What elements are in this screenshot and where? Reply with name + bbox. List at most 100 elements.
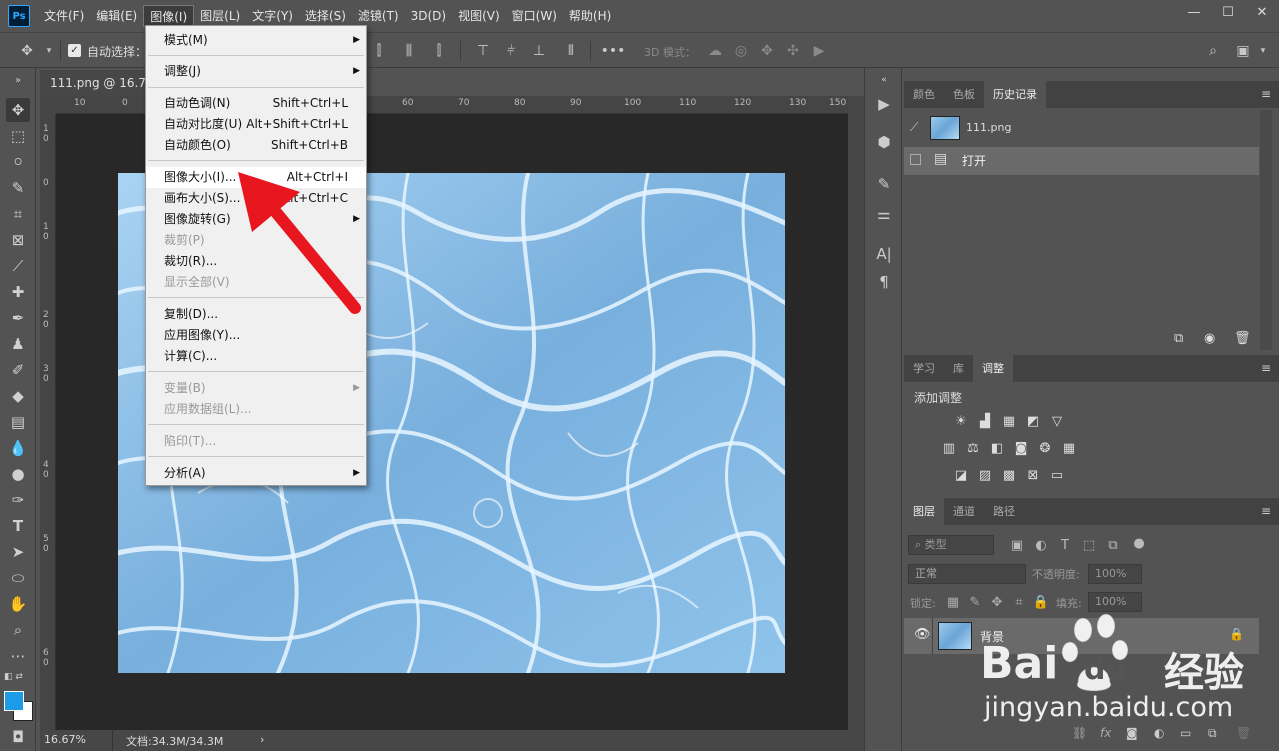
panel-menu-icon[interactable]: ≡	[1261, 87, 1271, 101]
tool-preset-chevron-icon[interactable]: ▾	[40, 42, 58, 60]
paragraph-panel-icon[interactable]: ¶	[874, 272, 894, 292]
photo-filter-icon[interactable]: ◙	[1012, 440, 1030, 456]
workspace-icon[interactable]: ▣	[1234, 42, 1252, 60]
move-tool-icon[interactable]: ✥	[18, 42, 36, 60]
3d-panel-icon[interactable]: ⬢	[874, 132, 894, 152]
tab-color[interactable]: 颜色	[904, 81, 944, 108]
blend-mode-select[interactable]: 正常	[908, 564, 1026, 584]
healing-brush-tool-icon[interactable]: ✚	[6, 280, 30, 304]
menu-type[interactable]: 文字(Y)	[246, 5, 299, 27]
workspace-chevron-icon[interactable]: ▾	[1254, 42, 1272, 60]
panel-menu-icon[interactable]: ≡	[1261, 504, 1271, 518]
menu-item-apply-data-set[interactable]: 应用数据组(L)...	[146, 399, 366, 420]
menu-view[interactable]: 视图(V)	[452, 5, 506, 27]
3d-camera-icon[interactable]: ▶	[810, 42, 828, 60]
menu-3d[interactable]: 3D(D)	[405, 5, 452, 27]
filter-toggle-icon[interactable]: ●	[1130, 535, 1148, 551]
menu-image[interactable]: 图像(I)	[143, 5, 195, 27]
history-brush-tool-icon[interactable]: ✐	[6, 358, 30, 382]
tab-layers[interactable]: 图层	[904, 498, 944, 525]
lock-all-icon[interactable]: 🔒	[1032, 594, 1050, 610]
color-lookup-icon[interactable]: ▦	[1060, 440, 1078, 456]
more-options-icon[interactable]: •••	[601, 42, 626, 60]
tab-paths[interactable]: 路径	[984, 498, 1024, 525]
eyedropper-tool-icon[interactable]: ⟋	[6, 254, 30, 278]
quick-select-tool-icon[interactable]: ✎	[6, 176, 30, 200]
toolbar-collapse-icon[interactable]: »	[6, 74, 30, 86]
menu-item-auto-color[interactable]: 自动颜色(O) Shift+Ctrl+B	[146, 135, 366, 156]
layer-filter-select[interactable]: ⌕ 类型	[908, 535, 994, 555]
zoom-tool-icon[interactable]: ⌕	[6, 618, 30, 642]
status-menu-chevron-icon[interactable]: ›	[260, 733, 264, 746]
fill-field[interactable]: 100%	[1088, 592, 1142, 612]
ellipse-tool-icon[interactable]: ⬭	[6, 566, 30, 590]
menu-item-apply-image[interactable]: 应用图像(Y)...	[146, 325, 366, 346]
filter-shape-icon[interactable]: ⬚	[1080, 537, 1098, 553]
history-source-checkbox[interactable]	[910, 154, 921, 165]
distribute-top-icon[interactable]: ⊤	[474, 42, 492, 60]
menu-window[interactable]: 窗口(W)	[506, 5, 563, 27]
lock-position-icon[interactable]: ✥	[988, 594, 1006, 610]
more-tools-icon[interactable]: ⋯	[6, 644, 30, 668]
hand-tool-icon[interactable]: ✋	[6, 592, 30, 616]
quick-mask-icon[interactable]: ◘	[6, 725, 30, 749]
foreground-color-swatch[interactable]	[4, 691, 24, 711]
canvas-scrollbar[interactable]	[848, 96, 864, 751]
align-left-icon[interactable]: ⫿	[370, 42, 388, 60]
channel-mixer-icon[interactable]: ❂	[1036, 440, 1054, 456]
menu-select[interactable]: 选择(S)	[299, 5, 352, 27]
menu-item-mode[interactable]: 模式(M) ▶	[146, 30, 366, 51]
tab-adjustments[interactable]: 调整	[973, 355, 1013, 382]
tab-swatches[interactable]: 色板	[944, 81, 984, 108]
menu-item-variables[interactable]: 变量(B) ▶	[146, 378, 366, 399]
crop-tool-icon[interactable]: ⌗	[6, 202, 30, 226]
menu-item-trap[interactable]: 陷印(T)...	[146, 431, 366, 452]
tab-libraries[interactable]: 库	[944, 355, 973, 382]
auto-select-checkbox[interactable]: ✓	[68, 44, 81, 57]
lasso-tool-icon[interactable]: ဝ	[6, 150, 30, 174]
tab-learn[interactable]: 学习	[904, 355, 944, 382]
threshold-icon[interactable]: ▩	[1000, 467, 1018, 483]
minimize-button[interactable]: —	[1177, 0, 1211, 24]
filter-adjustment-icon[interactable]: ◐	[1032, 537, 1050, 553]
menu-item-adjustments[interactable]: 调整(J) ▶	[146, 61, 366, 82]
menu-edit[interactable]: 编辑(E)	[90, 5, 143, 27]
curves-icon[interactable]: ▦	[1000, 413, 1018, 429]
frame-tool-icon[interactable]: ⊠	[6, 228, 30, 252]
lock-image-icon[interactable]: ✎	[966, 594, 984, 610]
move-tool-icon[interactable]: ✥	[6, 98, 30, 122]
levels-icon[interactable]: ▟	[976, 413, 994, 429]
menu-item-auto-tone[interactable]: 自动色调(N) Shift+Ctrl+L	[146, 93, 366, 114]
menu-item-analysis[interactable]: 分析(A) ▶	[146, 463, 366, 484]
hue-saturation-icon[interactable]: ▥	[940, 440, 958, 456]
menu-help[interactable]: 帮助(H)	[563, 5, 617, 27]
posterize-icon[interactable]: ▨	[976, 467, 994, 483]
panel-menu-icon[interactable]: ≡	[1261, 361, 1271, 375]
new-document-from-state-icon[interactable]: ⧉	[1174, 331, 1183, 346]
trash-icon[interactable]: 🗑	[1234, 331, 1251, 346]
blur-tool-icon[interactable]: 💧	[6, 436, 30, 460]
properties-sliders-icon[interactable]: ⚌	[874, 204, 894, 224]
align-hcenter-icon[interactable]: ⫼	[400, 42, 418, 60]
align-right-icon[interactable]: ⫿	[430, 42, 448, 60]
document-tab[interactable]: 111.png @ 16.7%	[40, 70, 160, 96]
distribute-vcenter-icon[interactable]: ⫩	[502, 42, 520, 60]
history-snapshot[interactable]: ⟋ 111.png	[904, 114, 1259, 142]
menu-layer[interactable]: 图层(L)	[194, 5, 246, 27]
history-brush-source-icon[interactable]: ⟋	[910, 120, 918, 135]
brush-tool-icon[interactable]: ✒	[6, 306, 30, 330]
menu-filter[interactable]: 滤镜(T)	[352, 5, 405, 27]
clone-stamp-tool-icon[interactable]: ♟	[6, 332, 30, 356]
maximize-button[interactable]: ☐	[1211, 0, 1245, 24]
history-state-open[interactable]: ▤ 打开	[904, 147, 1259, 175]
history-scrollbar[interactable]	[1260, 110, 1272, 350]
exposure-icon[interactable]: ◩	[1024, 413, 1042, 429]
tab-channels[interactable]: 通道	[944, 498, 984, 525]
menu-item-auto-contrast[interactable]: 自动对比度(U) Alt+Shift+Ctrl+L	[146, 114, 366, 135]
brightness-contrast-icon[interactable]: ☀	[952, 413, 970, 429]
zoom-level[interactable]: 16.67%	[44, 733, 86, 746]
selective-color-icon[interactable]: ⊠	[1024, 467, 1042, 483]
tab-history[interactable]: 历史记录	[984, 81, 1046, 108]
pen-tool-icon[interactable]: ✑	[6, 488, 30, 512]
filter-smart-object-icon[interactable]: ⧉	[1104, 537, 1122, 553]
